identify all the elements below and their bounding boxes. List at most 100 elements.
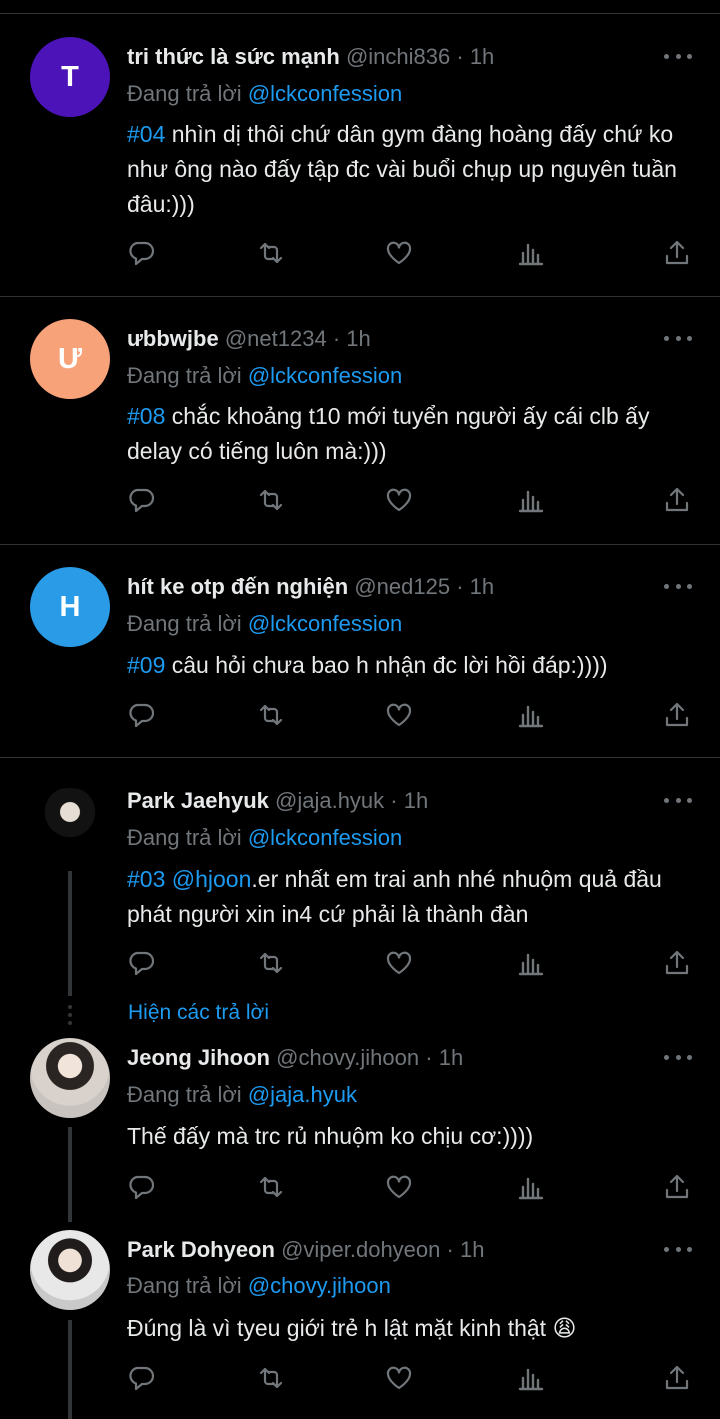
tweet-text: Đúng là vì tyeu giới trẻ h lật mặt kinh … [127, 1311, 692, 1346]
timestamp[interactable]: 1h [439, 1045, 463, 1070]
replying-to: Đang trả lời @jaja.hyuk [127, 1082, 357, 1108]
analytics-icon[interactable] [517, 239, 545, 267]
user-mention[interactable]: @hjoon [172, 866, 252, 892]
reply-to-mention[interactable]: @lckconfession [248, 611, 402, 636]
tweet[interactable]: T tri thức là sức mạnh @inchi836 · 1h Đa… [0, 0, 720, 296]
like-icon[interactable] [385, 1173, 413, 1201]
hashtag-link[interactable]: #04 [127, 121, 165, 147]
retweet-icon[interactable] [257, 486, 285, 514]
share-icon[interactable] [663, 949, 691, 977]
reply-icon[interactable] [127, 701, 155, 729]
analytics-icon[interactable] [517, 1364, 545, 1392]
analytics-icon[interactable] [517, 1173, 545, 1201]
more-options-icon[interactable] [664, 334, 692, 342]
avatar[interactable]: Ư [30, 319, 110, 399]
tweet-header: Park Jaehyuk @jaja.hyuk · 1h [127, 788, 428, 814]
reply-prefix: Đang trả lời [127, 81, 242, 106]
like-icon[interactable] [385, 239, 413, 267]
reply-prefix: Đang trả lời [127, 1273, 242, 1298]
analytics-icon[interactable] [517, 701, 545, 729]
separator-dot: · [390, 788, 398, 813]
like-icon[interactable] [385, 701, 413, 729]
analytics-icon[interactable] [517, 949, 545, 977]
separator-dot: · [446, 1237, 454, 1262]
more-options-icon[interactable] [664, 796, 692, 804]
tweet-body: nhìn dị thôi chứ dân gym đàng hoàng đấy … [127, 121, 677, 217]
reply-to-mention[interactable]: @lckconfession [248, 363, 402, 388]
analytics-icon[interactable] [517, 486, 545, 514]
tweet[interactable]: Park Jaehyuk @jaja.hyuk · 1h Đang trả lờ… [0, 758, 720, 998]
user-handle[interactable]: @viper.dohyeon [281, 1237, 440, 1262]
user-handle[interactable]: @jaja.hyuk [275, 788, 384, 813]
share-icon[interactable] [663, 239, 691, 267]
action-bar [127, 239, 693, 269]
share-icon[interactable] [663, 486, 691, 514]
reply-icon[interactable] [127, 486, 155, 514]
tweet-header: hít ke otp đến nghiện @ned125 · 1h [127, 574, 494, 600]
reply-to-mention[interactable]: @jaja.hyuk [248, 1082, 357, 1107]
user-handle[interactable]: @inchi836 [346, 44, 450, 69]
reply-icon[interactable] [127, 1364, 155, 1392]
reply-prefix: Đang trả lời [127, 611, 242, 636]
like-icon[interactable] [385, 1364, 413, 1392]
timestamp[interactable]: 1h [404, 788, 428, 813]
avatar[interactable]: T [30, 37, 110, 117]
avatar[interactable] [30, 788, 110, 868]
reply-prefix: Đang trả lời [127, 1082, 242, 1107]
tweet-text: #03 @hjoon.er nhất em trai anh nhé nhuộm… [127, 862, 692, 932]
display-name[interactable]: Park Dohyeon [127, 1237, 275, 1262]
replying-to: Đang trả lời @lckconfession [127, 611, 402, 637]
more-options-icon[interactable] [664, 582, 692, 590]
tweet[interactable]: Jeong Jihoon @chovy.jihoon · 1h Đang trả… [0, 1035, 720, 1225]
more-options-icon[interactable] [664, 1245, 692, 1253]
reply-prefix: Đang trả lời [127, 825, 242, 850]
retweet-icon[interactable] [257, 701, 285, 729]
share-icon[interactable] [663, 1173, 691, 1201]
display-name[interactable]: Jeong Jihoon [127, 1045, 270, 1070]
replying-to: Đang trả lời @lckconfession [127, 825, 402, 851]
timestamp[interactable]: 1h [346, 326, 370, 351]
separator-dot: · [456, 574, 464, 599]
share-icon[interactable] [663, 701, 691, 729]
action-bar [127, 1173, 693, 1203]
display-name[interactable]: Park Jaehyuk [127, 788, 269, 813]
more-options-icon[interactable] [664, 52, 692, 60]
display-name[interactable]: tri thức là sức mạnh [127, 44, 340, 69]
user-handle[interactable]: @net1234 [225, 326, 327, 351]
more-options-icon[interactable] [664, 1053, 692, 1061]
reply-icon[interactable] [127, 239, 155, 267]
reply-icon[interactable] [127, 949, 155, 977]
retweet-icon[interactable] [257, 239, 285, 267]
display-name[interactable]: hít ke otp đến nghiện [127, 574, 348, 599]
like-icon[interactable] [385, 486, 413, 514]
retweet-icon[interactable] [257, 1364, 285, 1392]
avatar[interactable]: H [30, 567, 110, 647]
timestamp[interactable]: 1h [470, 44, 494, 69]
show-replies-link[interactable]: Hiện các trả lời [128, 1001, 269, 1025]
hashtag-link[interactable]: #03 [127, 866, 165, 892]
display-name[interactable]: ưbbwjbe [127, 326, 219, 351]
thread-line [68, 1320, 72, 1419]
reply-icon[interactable] [127, 1173, 155, 1201]
retweet-icon[interactable] [257, 1173, 285, 1201]
action-bar [127, 486, 693, 516]
reply-to-mention[interactable]: @lckconfession [248, 825, 402, 850]
hashtag-link[interactable]: #09 [127, 652, 165, 678]
reply-to-mention[interactable]: @chovy.jihoon [248, 1273, 391, 1298]
tweet-text: #04 nhìn dị thôi chứ dân gym đàng hoàng … [127, 117, 692, 222]
reply-to-mention[interactable]: @lckconfession [248, 81, 402, 106]
timestamp[interactable]: 1h [470, 574, 494, 599]
like-icon[interactable] [385, 949, 413, 977]
timestamp[interactable]: 1h [460, 1237, 484, 1262]
avatar[interactable] [30, 1230, 110, 1310]
tweet[interactable]: Ư ưbbwjbe @net1234 · 1h Đang trả lời @lc… [0, 297, 720, 544]
avatar[interactable] [30, 1038, 110, 1118]
user-handle[interactable]: @ned125 [354, 574, 450, 599]
tweet-body: câu hỏi chưa bao h nhận đc lời hồi đáp:)… [165, 652, 608, 678]
user-handle[interactable]: @chovy.jihoon [276, 1045, 419, 1070]
share-icon[interactable] [663, 1364, 691, 1392]
retweet-icon[interactable] [257, 949, 285, 977]
tweet[interactable]: H hít ke otp đến nghiện @ned125 · 1h Đan… [0, 545, 720, 757]
tweet[interactable]: Park Dohyeon @viper.dohyeon · 1h Đang tr… [0, 1228, 720, 1419]
hashtag-link[interactable]: #08 [127, 403, 165, 429]
